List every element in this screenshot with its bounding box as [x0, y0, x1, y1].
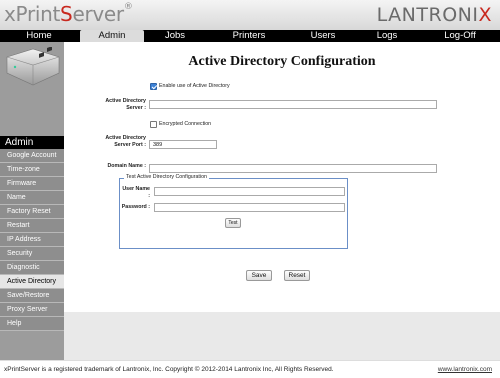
sidebar-item-security[interactable]: Security — [0, 247, 64, 261]
nav-jobs[interactable]: Jobs — [144, 30, 206, 42]
server-input[interactable] — [149, 100, 437, 109]
sidebar-item-firmware[interactable]: Firmware — [0, 177, 64, 191]
port-label: Active Directory Server Port : — [105, 135, 146, 148]
domain-label: Domain Name : — [107, 163, 146, 169]
server-label: Active Directory Server : — [105, 98, 146, 111]
page-footer: xPrintServer is a registered trademark o… — [0, 360, 500, 377]
nav-logoff[interactable]: Log-Off — [420, 30, 500, 42]
sidebar-item-help[interactable]: Help — [0, 317, 64, 331]
sidebar-item-diagnostic[interactable]: Diagnostic — [0, 261, 64, 275]
top-nav: Home Admin Jobs Printers Users Logs Log-… — [0, 30, 500, 42]
print-server-device-icon — [6, 47, 60, 86]
nav-admin[interactable]: Admin — [80, 30, 144, 42]
nav-printers[interactable]: Printers — [206, 30, 292, 42]
password-label: Password : — [121, 204, 150, 210]
vendor-logo-main: LANTRONI — [376, 4, 479, 26]
vendor-logo-x: X — [478, 4, 492, 26]
test-config-legend: Test Active Directory Configuration — [124, 174, 209, 181]
reset-button[interactable]: Reset — [284, 270, 310, 281]
nav-logs[interactable]: Logs — [354, 30, 420, 42]
enable-ad-checkbox[interactable] — [150, 83, 157, 90]
encrypted-connection-label: Encrypted Connection — [159, 121, 212, 127]
main-content: Active Directory Configuration Enable us… — [64, 42, 500, 360]
sidebar-item-active-directory[interactable]: Active Directory — [0, 275, 64, 289]
user-name-input[interactable] — [154, 187, 345, 196]
port-input[interactable]: 389 — [149, 140, 217, 149]
sidebar-menu: Google Account Time-zone Firmware Name F… — [0, 149, 64, 331]
save-button[interactable]: Save — [246, 270, 272, 281]
sidebar: Admin Google Account Time-zone Firmware … — [0, 42, 64, 360]
content-footer-area — [64, 312, 500, 360]
app-header: xPrintServer® LANTRONIX — [0, 0, 500, 30]
product-logo: xPrintServer® — [4, 2, 133, 26]
copyright-text: xPrintServer is a registered trademark o… — [4, 366, 334, 373]
enable-ad-label: Enable use of Active Directory — [159, 83, 230, 89]
sidebar-item-google-account[interactable]: Google Account — [0, 149, 64, 163]
sidebar-item-ip-address[interactable]: IP Address — [0, 233, 64, 247]
password-input[interactable] — [154, 203, 345, 212]
encrypted-connection-checkbox[interactable] — [150, 121, 157, 128]
nav-home[interactable]: Home — [0, 30, 78, 42]
sidebar-item-name[interactable]: Name — [0, 191, 64, 205]
sidebar-header: Admin — [0, 136, 64, 149]
sidebar-item-proxy-server[interactable]: Proxy Server — [0, 303, 64, 317]
user-name-label: User Name : — [122, 186, 150, 199]
sidebar-item-save-restore[interactable]: Save/Restore — [0, 289, 64, 303]
domain-input[interactable] — [149, 164, 437, 173]
page-title: Active Directory Configuration — [188, 54, 376, 69]
test-button[interactable]: Test — [225, 218, 241, 228]
logo-registered-mark: ® — [123, 2, 133, 12]
sidebar-item-factory-reset[interactable]: Factory Reset — [0, 205, 64, 219]
vendor-logo: LANTRONIX — [377, 4, 492, 26]
logo-prefix: xPrint — [4, 2, 61, 26]
sidebar-item-time-zone[interactable]: Time-zone — [0, 163, 64, 177]
sidebar-item-restart[interactable]: Restart — [0, 219, 64, 233]
logo-suffix: Server — [60, 2, 124, 26]
nav-users[interactable]: Users — [292, 30, 354, 42]
vendor-website-link[interactable]: www.lantronix.com — [438, 361, 492, 378]
